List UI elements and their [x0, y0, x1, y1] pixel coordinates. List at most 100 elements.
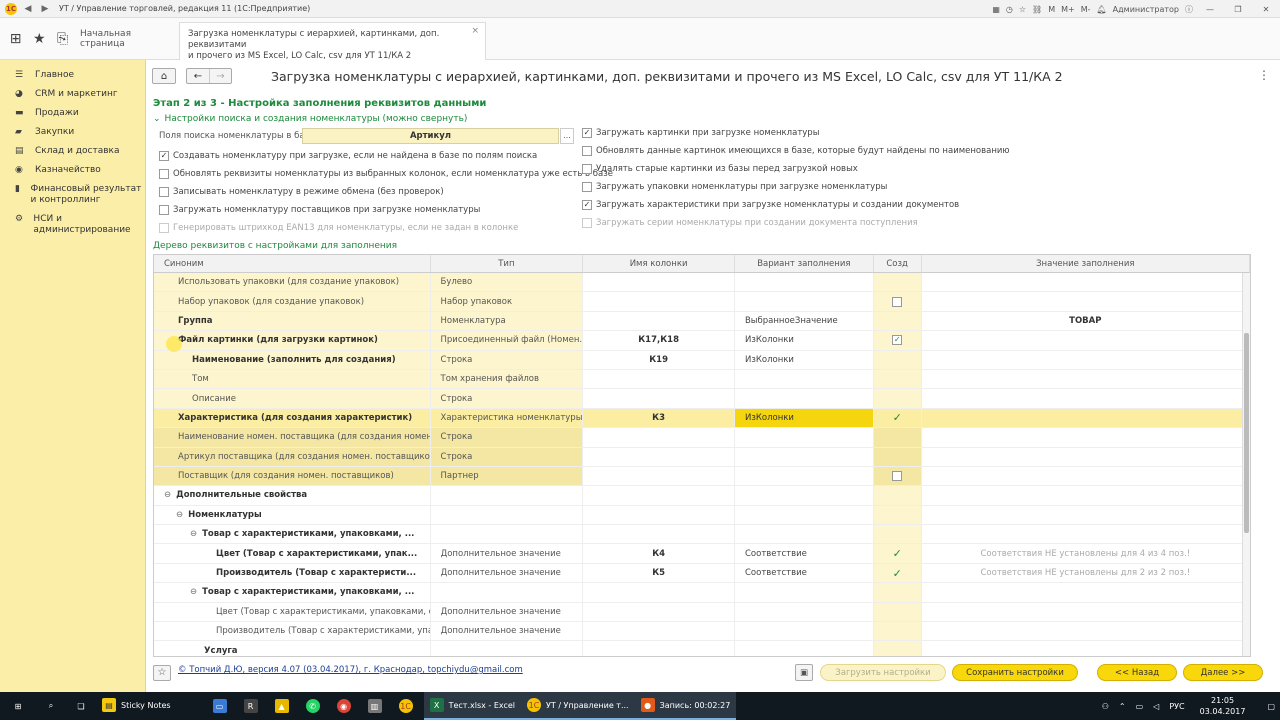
row-column-name[interactable]	[583, 466, 735, 486]
row-fill-value[interactable]	[922, 292, 1250, 311]
row-fill-value[interactable]	[921, 583, 1250, 602]
row-fill-variant[interactable]: Соответствие	[735, 544, 874, 563]
row-create[interactable]	[873, 292, 922, 311]
row-fill-value[interactable]	[922, 369, 1250, 389]
table-row[interactable]: Набор упаковок (для создание упаковок) Н…	[154, 292, 1250, 312]
create-checkbox[interactable]	[892, 296, 903, 307]
table-row[interactable]: Производитель (Товар с характеристи... Д…	[154, 563, 1250, 584]
row-create[interactable]	[873, 447, 922, 466]
row-column-name[interactable]	[583, 505, 735, 525]
row-fill-value[interactable]	[921, 486, 1250, 505]
tab-active[interactable]: Загрузка номенклатуры с иерархией, карти…	[179, 22, 486, 61]
next-button[interactable]: Далее >>	[1183, 664, 1263, 681]
checkbox[interactable]	[159, 187, 169, 197]
taskbar-app-icon[interactable]: ◉	[331, 692, 362, 720]
row-fill-value[interactable]	[921, 641, 1250, 656]
search-icon[interactable]: ⌕	[36, 692, 66, 720]
apps-icon[interactable]: ▦	[992, 5, 1000, 14]
create-checkbox[interactable]: ✓	[892, 335, 903, 346]
taskbar-app-icon[interactable]: R	[238, 692, 269, 720]
maximize-button[interactable]: ❐	[1227, 5, 1249, 14]
row-column-name[interactable]	[583, 602, 735, 622]
row-fill-value[interactable]	[922, 350, 1250, 369]
column-header-synonym[interactable]: Синоним	[154, 255, 431, 272]
row-create[interactable]: ✓	[873, 544, 922, 563]
favorite-icon[interactable]: ☆	[1019, 5, 1026, 14]
row-create[interactable]	[873, 525, 922, 544]
row-fill-value[interactable]	[922, 331, 1250, 350]
sidebar-item-admin[interactable]: ⚙ НСИ и администрирование	[0, 210, 145, 240]
row-create[interactable]	[873, 486, 922, 505]
taskbar-app-icon[interactable]: ▲	[269, 692, 300, 720]
info-icon[interactable]: ⓘ	[1185, 4, 1193, 15]
tray-people-icon[interactable]: ⚇	[1102, 702, 1109, 711]
row-column-name[interactable]	[583, 447, 735, 466]
row-column-name[interactable]	[583, 428, 735, 447]
sidebar-item-warehouse[interactable]: ▤ Склад и доставка	[0, 142, 145, 161]
collapse-minus-icon[interactable]: ⊖	[176, 510, 183, 520]
row-fill-variant[interactable]	[734, 505, 874, 525]
taskbar-app-icon[interactable]: ✆	[300, 692, 331, 720]
row-fill-value[interactable]: ТОВАР	[922, 311, 1250, 331]
row-fill-value[interactable]	[922, 447, 1250, 466]
taskbar-onec[interactable]: 1C УТ / Управление т...	[521, 692, 635, 720]
row-create[interactable]: ✓	[873, 408, 922, 428]
row-create[interactable]: ✓	[873, 563, 922, 583]
row-column-name[interactable]	[583, 525, 735, 544]
row-fill-variant[interactable]	[735, 466, 874, 486]
tray-network-icon[interactable]: ▭	[1136, 702, 1144, 711]
favorites-star-icon[interactable]: ★	[33, 31, 46, 47]
link-icon[interactable]: ⛓	[1032, 5, 1042, 14]
column-header-column-name[interactable]: Имя колонки	[583, 255, 735, 272]
column-header-fill-value[interactable]: Значение заполнения	[922, 255, 1250, 272]
checkbox[interactable]: ✓	[582, 200, 592, 210]
row-create[interactable]	[873, 350, 922, 369]
collapse-minus-icon[interactable]: ⊖	[190, 587, 197, 597]
row-fill-value[interactable]	[922, 466, 1250, 486]
taskbar-excel[interactable]: X Тест.xlsx - Excel	[423, 692, 522, 720]
row-column-name[interactable]: К17,К18	[583, 331, 735, 350]
row-fill-variant[interactable]: ИзКолонки	[735, 331, 874, 350]
row-column-name[interactable]	[583, 486, 735, 505]
scroll-thumb[interactable]	[1244, 333, 1249, 533]
memory-minus-button[interactable]: M-	[1081, 5, 1091, 14]
table-row[interactable]: Том Том хранения файлов	[154, 369, 1250, 390]
memory-plus-button[interactable]: M+	[1061, 5, 1075, 14]
row-fill-value[interactable]	[921, 622, 1250, 641]
section-collapse-link[interactable]: ⌄ Настройки поиска и создания номенклатур…	[153, 114, 467, 124]
table-row-group[interactable]: ⊖ Товар с характеристиками, упаковками, .…	[154, 525, 1250, 545]
more-menu-icon[interactable]: ⋮	[1258, 68, 1270, 82]
user-name[interactable]: Администратор	[1113, 5, 1179, 14]
row-fill-variant[interactable]: Соответствие	[735, 563, 874, 583]
row-column-name[interactable]: К19	[583, 350, 735, 369]
table-row[interactable]: Использовать упаковки (для создание упак…	[154, 273, 1250, 293]
row-create[interactable]	[873, 583, 922, 602]
row-fill-variant[interactable]	[735, 602, 874, 622]
row-column-name[interactable]	[583, 622, 735, 641]
load-settings-button[interactable]: Загрузить настройки	[820, 664, 946, 681]
column-header-create[interactable]: Созд	[874, 255, 922, 272]
attributes-tree-table[interactable]: Синоним Тип Имя колонки Вариант заполнен…	[153, 254, 1251, 657]
tab-close-icon[interactable]: ×	[471, 26, 479, 37]
row-fill-variant[interactable]	[735, 273, 874, 292]
row-create[interactable]	[873, 505, 922, 525]
sidebar-item-finance[interactable]: ▮ Финансовый результат и контроллинг	[0, 180, 145, 210]
language-indicator[interactable]: РУС	[1169, 702, 1184, 711]
check-update-attrs[interactable]: Обновлять реквизиты номенклатуры из выбр…	[159, 169, 613, 179]
row-fill-value[interactable]: Соответствия НЕ установлены для 4 из 4 п…	[921, 544, 1250, 563]
check-load-pictures[interactable]: ✓ Загружать картинки при загрузке номенкл…	[582, 128, 819, 138]
row-fill-value[interactable]	[922, 428, 1250, 447]
notifications-icon[interactable]: ▢	[1267, 702, 1275, 711]
check-load-characteristics[interactable]: ✓ Загружать характеристики при загрузке н…	[582, 200, 959, 210]
taskbar-recording[interactable]: ● Запись: 00:02:27	[634, 692, 737, 720]
sidebar-item-main[interactable]: ☰ Главное	[0, 66, 145, 85]
row-fill-variant[interactable]: ИзКолонки	[734, 408, 874, 428]
table-scrollbar[interactable]	[1242, 273, 1250, 656]
search-field-select-button[interactable]: ...	[560, 128, 574, 144]
author-link[interactable]: © Топчий Д.Ю, версия 4.07 (03.04.2017), …	[178, 665, 523, 675]
row-fill-value[interactable]	[922, 389, 1250, 408]
task-view-icon[interactable]: ❏	[66, 692, 96, 720]
bell-icon[interactable]: 🔔︎	[1097, 5, 1107, 14]
windows-start-icon[interactable]: ⊞	[0, 692, 36, 720]
row-fill-variant[interactable]: ВыбранноеЗначение	[735, 311, 874, 331]
